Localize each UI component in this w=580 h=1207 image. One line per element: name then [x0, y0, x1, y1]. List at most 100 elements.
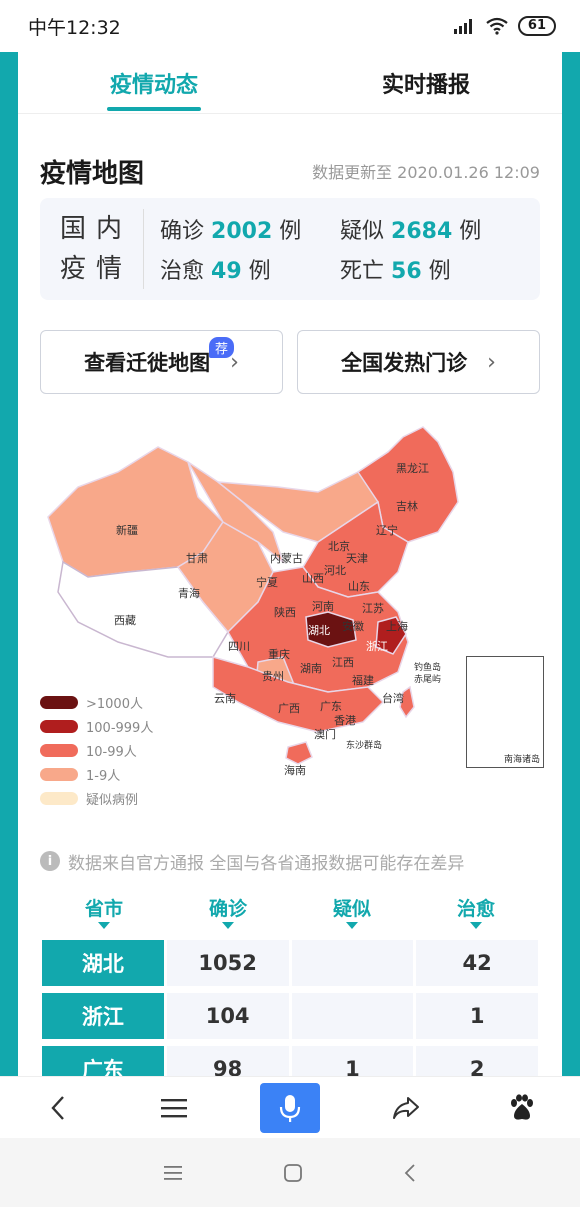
- map-label-macao: 澳门: [314, 727, 336, 741]
- map-region-hainan: [285, 741, 313, 765]
- map-label-diaoyu: 钓鱼岛: [414, 661, 441, 673]
- legend-swatch: [40, 695, 78, 709]
- map-label-beijing: 北京: [328, 539, 350, 553]
- migration-map-label: 查看迁徙地图: [84, 351, 211, 375]
- domestic-label: 国内 疫情: [60, 209, 144, 289]
- section-header: 疫情地图 数据更新至 2020.01.26 12:09: [18, 114, 562, 198]
- legend-label: 1-9人: [86, 768, 121, 784]
- province-table: 湖北 1052 42 浙江 104 1 广东 98 1 2: [42, 940, 538, 1076]
- map-label-heilongjiang: 黑龙江: [396, 462, 429, 475]
- map-label-sichuan: 四川: [228, 640, 250, 653]
- header-cured[interactable]: 治愈: [414, 894, 538, 936]
- home-icon[interactable]: [283, 1163, 303, 1183]
- map-label-hainan: 海南: [284, 763, 306, 777]
- map-label-guangdong: 广东: [320, 700, 342, 713]
- stat-cured: 治愈 49 例: [160, 253, 340, 285]
- table-header: 省市 确诊 疑似 治愈: [42, 894, 538, 936]
- cell-suspected: 1: [291, 1046, 414, 1076]
- table-row[interactable]: 广东 98 1 2: [42, 1046, 538, 1076]
- map-label-fujian: 福建: [352, 673, 374, 687]
- legend-item: 10-99人: [40, 738, 153, 762]
- domestic-summary: 国内 疫情 确诊 2002 例 疑似 2684 例 治愈 49 例 死亡 56 …: [40, 198, 540, 300]
- tab-epidemic-updates[interactable]: 疫情动态: [18, 52, 290, 113]
- table-row[interactable]: 浙江 104 1: [42, 993, 538, 1039]
- stat-confirmed-value: 2002: [211, 219, 273, 244]
- stat-confirmed-label: 确诊: [160, 219, 205, 244]
- map-label-dongsha: 东沙群岛: [346, 739, 382, 751]
- map-label-xinjiang: 新疆: [116, 523, 138, 537]
- status-time: 中午12:32: [28, 16, 121, 39]
- cell-suspected: [291, 940, 414, 986]
- map-label-henan: 河南: [312, 600, 334, 613]
- map-label-ningxia: 宁夏: [256, 575, 278, 589]
- map-label-shaanxi: 陕西: [274, 605, 296, 619]
- share-icon: [393, 1096, 419, 1119]
- stat-suspected-value: 2684: [391, 219, 453, 244]
- menu-icon: [161, 1098, 187, 1117]
- stat-confirmed: 确诊 2002 例: [160, 213, 340, 245]
- fever-clinic-button[interactable]: 全国发热门诊 ›: [297, 330, 540, 394]
- cell-province: 广东: [42, 1046, 164, 1076]
- header-province[interactable]: 省市: [42, 894, 166, 936]
- epidemic-map[interactable]: 新疆 西藏 青海 甘肃 内蒙古 宁夏 陕西 四川 重庆 云南 贵州 广西 广东 …: [18, 402, 562, 842]
- inset-label: 南海诸岛: [503, 755, 540, 765]
- back-nav-icon[interactable]: [403, 1163, 417, 1183]
- map-label-taiwan: 台湾: [382, 691, 404, 705]
- microphone-icon: [279, 1094, 301, 1122]
- domestic-label-line2: 疫情: [60, 254, 133, 284]
- map-label-jiangsu: 江苏: [362, 602, 384, 615]
- fever-clinic-label: 全国发热门诊: [341, 351, 468, 375]
- map-label-jiangxi: 江西: [332, 656, 354, 669]
- back-button[interactable]: [28, 1083, 88, 1133]
- header-suspected[interactable]: 疑似: [290, 894, 414, 936]
- map-label-qinghai: 青海: [178, 586, 200, 600]
- share-button[interactable]: [376, 1083, 436, 1133]
- cell-cured: 42: [416, 940, 538, 986]
- table-row[interactable]: 湖北 1052 42: [42, 940, 538, 986]
- cell-confirmed: 104: [166, 993, 289, 1039]
- map-label-gansu: 甘肃: [186, 552, 208, 565]
- stat-confirmed-unit: 例: [279, 219, 302, 244]
- stat-suspected-unit: 例: [459, 219, 482, 244]
- map-legend: >1000人 100-999人 10-99人 1-9人 疑似病例: [40, 690, 153, 810]
- chevron-right-icon: ›: [487, 349, 496, 375]
- map-label-tianjin: 天津: [346, 552, 368, 565]
- map-label-hubei: 湖北: [308, 624, 330, 637]
- status-bar: 中午12:32 61: [0, 0, 580, 52]
- map-label-hunan: 湖南: [300, 662, 322, 675]
- note-text: 数据来自官方通报 全国与各省通报数据可能存在差异: [68, 853, 465, 874]
- menu-button[interactable]: [144, 1083, 204, 1133]
- section-title: 疫情地图: [40, 158, 145, 189]
- voice-search-button[interactable]: [260, 1082, 320, 1133]
- stat-cured-unit: 例: [248, 259, 271, 284]
- legend-item: >1000人: [40, 690, 153, 714]
- domestic-label-line1: 国内: [60, 214, 133, 244]
- map-label-shanxi: 山西: [302, 572, 324, 585]
- wifi-icon: [486, 17, 508, 35]
- baidu-button[interactable]: [492, 1083, 552, 1133]
- update-time: 数据更新至 2020.01.26 12:09: [312, 163, 540, 182]
- map-label-chongqing: 重庆: [268, 647, 290, 661]
- map-label-guangxi: 广西: [278, 702, 300, 715]
- status-icons: 61: [453, 16, 556, 36]
- stat-suspected: 疑似 2684 例: [340, 213, 520, 245]
- tab-live-broadcast[interactable]: 实时播报: [290, 52, 562, 113]
- legend-swatch: [40, 767, 78, 781]
- header-confirmed[interactable]: 确诊: [166, 894, 290, 936]
- action-buttons: 查看迁徙地图 › 荐 全国发热门诊 ›: [40, 330, 540, 394]
- chevron-left-icon: [51, 1095, 64, 1120]
- cell-cured: 2: [416, 1046, 538, 1076]
- recents-icon[interactable]: [163, 1164, 183, 1182]
- legend-item: 100-999人: [40, 714, 153, 738]
- map-label-yunnan: 云南: [214, 692, 236, 705]
- info-icon: i: [40, 851, 60, 871]
- migration-map-button[interactable]: 查看迁徙地图 › 荐: [40, 330, 283, 394]
- legend-label: 10-99人: [86, 744, 137, 760]
- map-label-shandong: 山东: [348, 580, 370, 593]
- map-label-chiwei: 赤尾屿: [414, 674, 441, 685]
- cell-province: 浙江: [42, 993, 164, 1039]
- map-label-tibet: 西藏: [114, 614, 136, 627]
- map-label-shanghai: 上海: [386, 619, 408, 633]
- map-label-zhejiang: 浙江: [366, 640, 388, 653]
- cell-confirmed: 98: [166, 1046, 289, 1076]
